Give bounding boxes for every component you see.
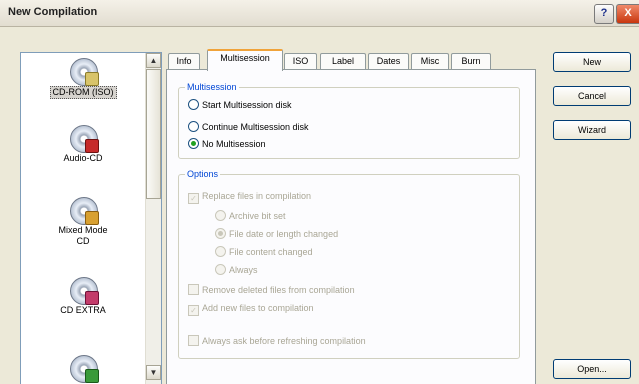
- tab-iso[interactable]: ISO: [284, 53, 317, 69]
- always-ask-label: Always ask before refreshing compilation: [202, 336, 366, 346]
- type-label: Mixed Mode CD: [58, 225, 108, 246]
- checkbox-checked-icon: ✓: [188, 305, 199, 316]
- tab-dates[interactable]: Dates: [368, 53, 409, 69]
- add-new-files-checkbox[interactable]: ✓ Add new files to compilation: [188, 302, 314, 316]
- continue-multisession-label: Continue Multisession disk: [202, 122, 309, 132]
- tab-misc[interactable]: Misc: [411, 53, 449, 69]
- tab-info[interactable]: Info: [168, 53, 200, 69]
- scroll-down-button[interactable]: ▼: [146, 365, 161, 380]
- checkbox-icon: [188, 335, 199, 346]
- remove-deleted-label: Remove deleted files from compilation: [202, 285, 355, 295]
- radio-icon: [215, 246, 226, 257]
- audio-cd-icon: [67, 123, 99, 153]
- options-group: Options ✓ Replace files in compilation Ar…: [178, 169, 520, 359]
- wizard-button[interactable]: Wizard: [553, 120, 631, 140]
- type-item-mixed-mode-cd[interactable]: Mixed Mode CD: [21, 195, 145, 247]
- radio-icon: [188, 121, 199, 132]
- cd-icon: [67, 353, 99, 383]
- cd-rom-icon: [67, 56, 99, 86]
- radio-icon: [215, 210, 226, 221]
- file-content-radio[interactable]: File content changed: [215, 246, 313, 258]
- tab-burn[interactable]: Burn: [451, 53, 491, 69]
- no-multisession-radio[interactable]: No Multisession: [188, 138, 266, 150]
- radio-icon: [188, 99, 199, 110]
- file-content-label: File content changed: [229, 247, 313, 257]
- window-title: New Compilation: [8, 6, 98, 18]
- options-group-title: Options: [185, 169, 221, 179]
- new-button[interactable]: New: [553, 52, 631, 72]
- scroll-up-button[interactable]: ▲: [146, 53, 161, 68]
- type-label: CD EXTRA: [60, 305, 106, 315]
- cd-extra-icon: [67, 275, 99, 305]
- mixed-mode-cd-icon: [67, 195, 99, 225]
- type-item-cd-rom-iso[interactable]: CD-ROM (ISO): [21, 56, 145, 99]
- file-date-label: File date or length changed: [229, 229, 339, 239]
- archive-bit-label: Archive bit set: [229, 211, 286, 221]
- checkbox-icon: [188, 284, 199, 295]
- type-item-audio-cd[interactable]: Audio-CD: [21, 123, 145, 164]
- type-list-scrollbar[interactable]: ▲ ▼: [145, 53, 161, 384]
- always-ask-checkbox[interactable]: Always ask before refreshing compilation: [188, 335, 366, 347]
- start-multisession-radio[interactable]: Start Multisession disk: [188, 99, 292, 111]
- type-label: Audio-CD: [63, 153, 103, 163]
- replace-files-checkbox[interactable]: ✓ Replace files in compilation: [188, 190, 312, 204]
- scroll-thumb[interactable]: [146, 69, 161, 199]
- checkbox-checked-icon: ✓: [188, 193, 199, 204]
- radio-icon: [215, 264, 226, 275]
- no-multisession-label: No Multisession: [202, 139, 266, 149]
- always-radio[interactable]: Always: [215, 264, 258, 276]
- tab-label[interactable]: Label: [320, 53, 366, 69]
- cancel-button[interactable]: Cancel: [553, 86, 631, 106]
- radio-selected-icon: [215, 228, 226, 239]
- type-item-more[interactable]: [21, 353, 145, 383]
- open-button[interactable]: Open...: [553, 359, 631, 379]
- continue-multisession-radio[interactable]: Continue Multisession disk: [188, 121, 309, 133]
- file-date-radio[interactable]: File date or length changed: [215, 228, 338, 240]
- replace-files-label: Replace files in compilation: [202, 191, 312, 201]
- type-label: CD-ROM (ISO): [49, 86, 117, 99]
- multisession-group: Multisession Start Multisession disk Con…: [178, 82, 520, 159]
- close-button[interactable]: X: [616, 4, 639, 24]
- title-bar: New Compilation ? X: [0, 0, 639, 27]
- start-multisession-label: Start Multisession disk: [202, 100, 292, 110]
- add-new-files-label: Add new files to compilation: [202, 303, 314, 313]
- multisession-group-title: Multisession: [185, 82, 239, 92]
- help-button[interactable]: ?: [594, 4, 614, 24]
- tab-multisession[interactable]: Multisession: [207, 49, 283, 71]
- remove-deleted-checkbox[interactable]: Remove deleted files from compilation: [188, 284, 355, 296]
- radio-selected-icon: [188, 138, 199, 149]
- compilation-type-list[interactable]: CD-ROM (ISO) Audio-CD Mixed Mode CD CD E…: [20, 52, 162, 384]
- archive-bit-radio[interactable]: Archive bit set: [215, 210, 286, 222]
- type-item-cd-extra[interactable]: CD EXTRA: [21, 275, 145, 316]
- always-label: Always: [229, 265, 258, 275]
- tab-panel-multisession: Multisession Start Multisession disk Con…: [166, 69, 536, 384]
